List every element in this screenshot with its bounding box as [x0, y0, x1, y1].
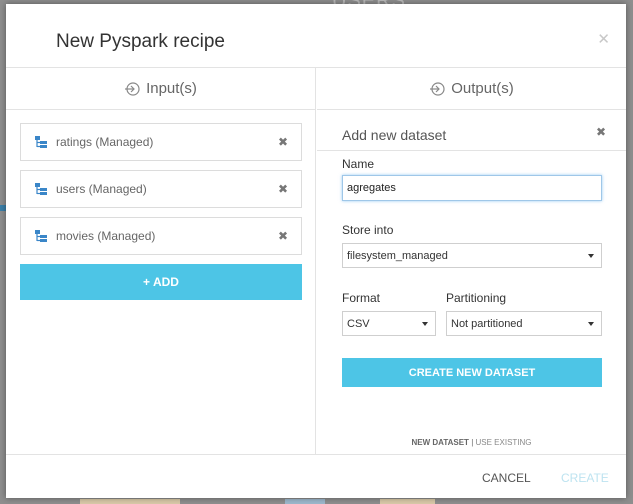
dataset-icon [35, 230, 47, 242]
partitioning-label: Partitioning [446, 291, 507, 305]
use-existing-tab[interactable]: USE EXISTING [476, 438, 532, 447]
partitioning-value: Not partitioned [451, 317, 523, 330]
create-button[interactable]: CREATE [561, 471, 609, 485]
chevron-down-icon [588, 254, 594, 258]
inputs-header-label: Input(s) [146, 80, 197, 97]
background-block [285, 499, 325, 504]
create-new-dataset-button[interactable]: CREATE NEW DATASET [342, 358, 602, 387]
modal-footer: CANCEL CREATE [6, 454, 626, 498]
inputs-column: Input(s) ratings (Managed) ✖ users (Mana… [6, 68, 316, 454]
store-into-value: filesystem_managed [347, 249, 448, 262]
output-arrow-icon [430, 81, 445, 96]
close-icon[interactable]: ✖ [596, 125, 606, 139]
new-dataset-tab[interactable]: NEW DATASET [411, 438, 468, 447]
dataset-icon [35, 136, 47, 148]
format-select[interactable]: CSV [342, 311, 436, 336]
input-arrow-icon [125, 81, 140, 96]
add-input-button[interactable]: + ADD [20, 264, 302, 300]
remove-icon[interactable]: ✖ [278, 182, 288, 196]
cancel-button[interactable]: CANCEL [482, 471, 531, 485]
new-dataset-title: Add new dataset [342, 127, 447, 143]
close-icon[interactable]: ✕ [597, 30, 610, 48]
input-item-label: ratings (Managed) [56, 135, 154, 149]
mode-separator: | [471, 438, 474, 447]
outputs-header-label: Output(s) [451, 80, 514, 97]
outputs-column: Output(s) Add new dataset ✖ Name Store i… [317, 68, 626, 454]
format-value: CSV [347, 317, 370, 330]
remove-icon[interactable]: ✖ [278, 229, 288, 243]
background-block [380, 499, 435, 504]
modal-title: New Pyspark recipe [56, 31, 225, 52]
input-item-users[interactable]: users (Managed) ✖ [20, 170, 302, 208]
dataset-mode-switch: NEW DATASET | USE EXISTING [317, 438, 626, 447]
outputs-header: Output(s) [317, 68, 626, 110]
format-label: Format [342, 291, 381, 305]
new-recipe-modal: New Pyspark recipe ✕ Input(s) ratings (M… [6, 4, 626, 498]
inputs-header: Input(s) [6, 68, 315, 110]
input-item-ratings[interactable]: ratings (Managed) ✖ [20, 123, 302, 161]
new-dataset-header: Add new dataset ✖ [317, 111, 626, 151]
partitioning-select[interactable]: Not partitioned [446, 311, 602, 336]
name-label: Name [342, 157, 375, 171]
input-item-label: movies (Managed) [56, 229, 156, 243]
chevron-down-icon [422, 322, 428, 326]
input-item-label: users (Managed) [56, 182, 147, 196]
remove-icon[interactable]: ✖ [278, 135, 288, 149]
input-item-movies[interactable]: movies (Managed) ✖ [20, 217, 302, 255]
background-block [80, 499, 180, 504]
dataset-name-input[interactable] [342, 175, 602, 201]
modal-header: New Pyspark recipe ✕ [6, 4, 626, 68]
store-into-select[interactable]: filesystem_managed [342, 243, 602, 268]
store-into-label: Store into [342, 223, 394, 237]
dataset-icon [35, 183, 47, 195]
chevron-down-icon [588, 322, 594, 326]
